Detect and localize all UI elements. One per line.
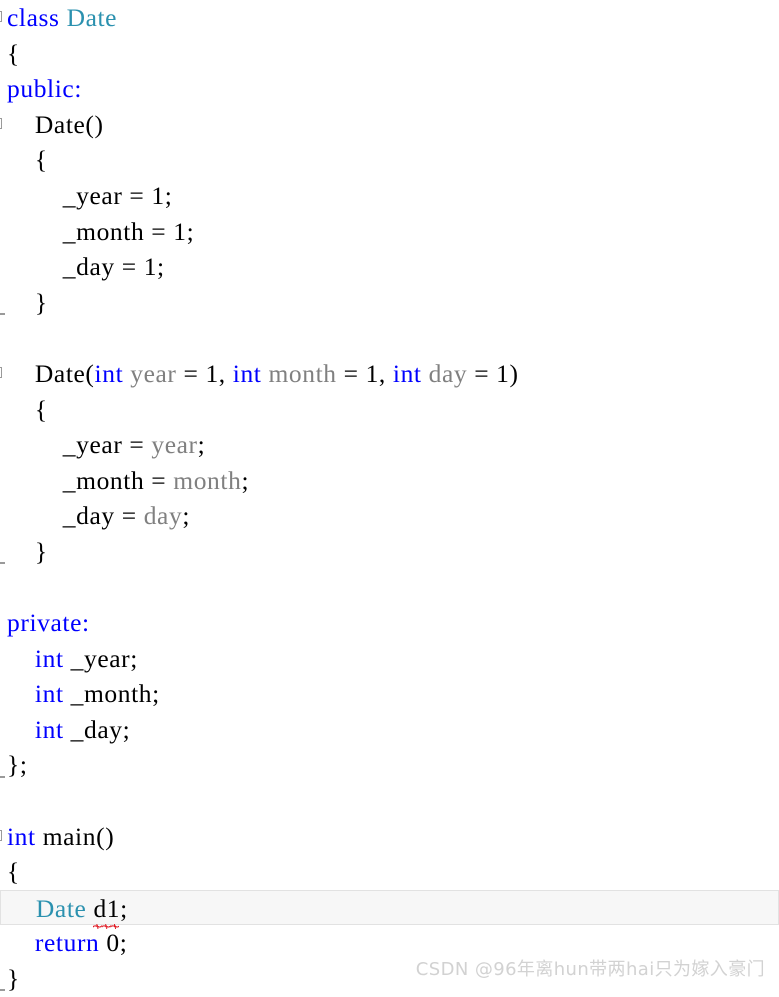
code-token: d1 [93, 893, 121, 923]
code-line[interactable]: Date(int year = 1, int month = 1, int da… [0, 356, 779, 392]
code-token: _day; [63, 714, 131, 744]
code-line[interactable]: }; [0, 747, 779, 783]
code-line[interactable]: int main() [0, 819, 779, 855]
code-token: month [173, 465, 242, 495]
code-line[interactable] [0, 570, 779, 606]
code-line[interactable]: Date() [0, 107, 779, 143]
code-token: ; [182, 501, 191, 531]
code-token: _year = [7, 430, 152, 460]
code-token: int [34, 643, 64, 673]
code-token: private: [7, 608, 90, 638]
code-token: { [7, 857, 20, 887]
code-line[interactable] [0, 320, 779, 356]
code-editor[interactable]: class Date{public: Date() { _year = 1; _… [0, 0, 779, 993]
code-token: _month; [63, 679, 160, 709]
code-token: = 1, [176, 358, 233, 388]
code-token: _day = [7, 501, 144, 531]
code-line[interactable]: _month = month; [0, 463, 779, 499]
code-token: int [34, 714, 64, 744]
code-line[interactable]: } [0, 534, 779, 570]
code-token: year [151, 430, 198, 460]
code-token: year [130, 358, 177, 388]
code-line[interactable]: { [0, 142, 779, 178]
code-token: } [7, 536, 48, 566]
code-token: int [94, 358, 124, 388]
code-token: } [7, 287, 48, 317]
code-token: class [7, 3, 60, 32]
code-line[interactable]: _day = 1; [0, 249, 779, 285]
code-content[interactable]: class Date{public: Date() { _year = 1; _… [0, 0, 779, 997]
code-token: _month = [7, 465, 174, 495]
code-token: return [34, 928, 100, 958]
code-line[interactable]: _day = day; [0, 498, 779, 534]
code-token: }; [7, 750, 28, 780]
code-line[interactable]: public: [0, 71, 779, 107]
code-token: ; [120, 893, 128, 923]
code-line[interactable]: { [0, 854, 779, 890]
code-line[interactable]: _year = year; [0, 427, 779, 463]
error-squiggle: d1 [93, 891, 121, 930]
code-token: main() [35, 821, 115, 851]
code-token: int [34, 679, 64, 709]
code-line[interactable]: class Date [0, 0, 779, 36]
code-token: _year; [63, 643, 138, 673]
code-line[interactable]: int _day; [0, 712, 779, 748]
code-token: _year = 1; [7, 180, 173, 210]
code-token: { [7, 394, 48, 424]
code-line[interactable]: Date d1; [0, 889, 779, 930]
code-token: Date( [7, 358, 95, 388]
code-token: day [428, 358, 468, 388]
code-line[interactable] [0, 783, 779, 819]
code-token: Date [66, 3, 118, 32]
code-token: Date() [7, 109, 104, 139]
code-line[interactable]: int _year; [0, 641, 779, 677]
code-token: = 1) [467, 358, 519, 388]
code-line[interactable]: _year = 1; [0, 178, 779, 214]
code-token: int [392, 358, 422, 388]
code-token: _day = 1; [7, 252, 165, 282]
csdn-watermark: CSDN @96年离hun带两hai只为嫁入豪门 [415, 959, 765, 980]
code-token: month [268, 358, 337, 388]
code-token: { [7, 38, 20, 68]
code-token: ; [197, 430, 206, 460]
code-line[interactable]: } [0, 285, 779, 321]
code-token: ; [241, 465, 250, 495]
code-token: day [143, 501, 183, 531]
code-line[interactable]: { [0, 392, 779, 428]
code-token: = 1, [336, 358, 393, 388]
code-line[interactable]: private: [0, 605, 779, 641]
code-token: { [7, 145, 48, 175]
code-token: } [7, 964, 20, 994]
code-token: 0; [99, 928, 128, 958]
code-token: int [232, 358, 262, 388]
code-line[interactable]: { [0, 36, 779, 72]
code-token: public: [7, 74, 83, 104]
code-token: Date [35, 893, 87, 923]
code-token: int [7, 821, 36, 851]
code-token: _month = 1; [7, 216, 195, 246]
code-line[interactable]: _month = 1; [0, 214, 779, 250]
code-line[interactable]: int _month; [0, 676, 779, 712]
